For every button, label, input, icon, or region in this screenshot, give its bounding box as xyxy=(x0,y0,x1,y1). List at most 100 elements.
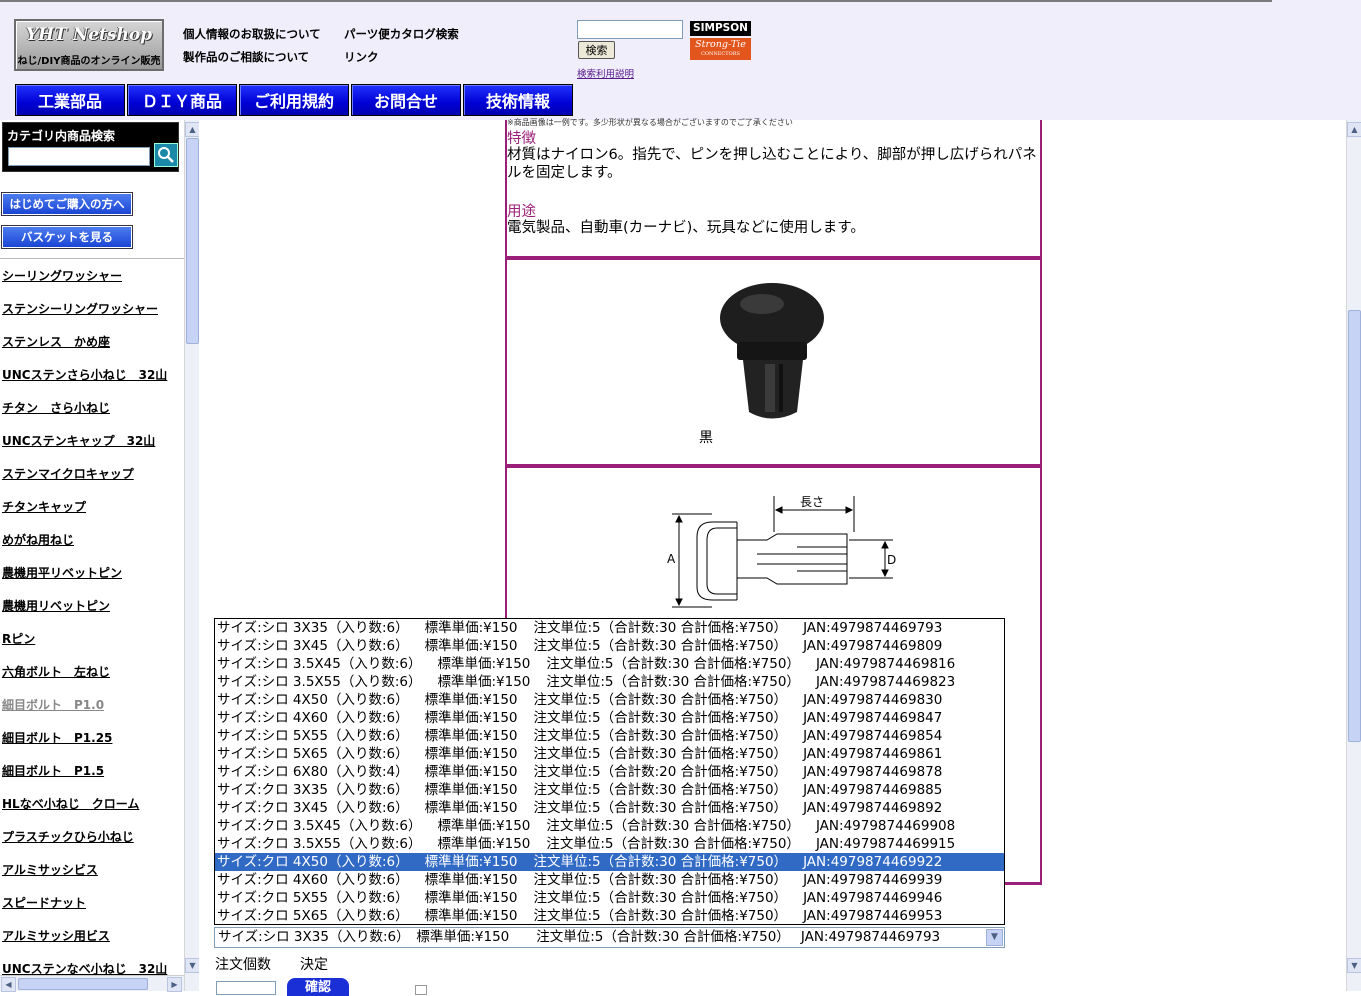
dropdown-option[interactable]: サイズ:シロ 3X45（入り数:6） 標準単価:¥150 注文単位:5（合計数:30… xyxy=(215,637,1004,655)
first-purchase-button[interactable]: はじめてご購入の方へ xyxy=(1,192,133,216)
option-price: 標準単価:¥150 xyxy=(424,854,518,870)
option-jan: JAN:4979874469946 xyxy=(803,890,943,906)
category-search-button[interactable] xyxy=(154,143,178,167)
category-link[interactable]: ステンマイクロキャップ xyxy=(2,465,167,498)
option-price: 標準単価:¥150 xyxy=(424,710,518,726)
category-link[interactable]: ステンレス かめ座 xyxy=(2,333,167,366)
category-link[interactable]: 細目ボルト P1.0 xyxy=(2,696,167,729)
sidebar-hscrollbar[interactable]: ◀ ▶ xyxy=(0,975,184,992)
logo-title: YHT Netshop xyxy=(25,25,153,45)
option-price: 標準単価:¥150 xyxy=(437,818,531,834)
dropdown-option[interactable]: サイズ:シロ 5X55（入り数:6） 標準単価:¥150 注文単位:5（合計数:30… xyxy=(215,727,1004,745)
connectors-text: CONNECTORS xyxy=(701,51,740,57)
option-order-unit: 注文単位:5（合計数:30 合計価格:¥750） xyxy=(533,710,788,726)
option-checkbox[interactable] xyxy=(415,985,427,995)
category-link[interactable]: スピードナット xyxy=(2,894,167,927)
site-logo[interactable]: YHT Netshop ねじ/DIY商品のオンライン販売 xyxy=(14,19,164,71)
dropdown-option[interactable]: サイズ:シロ 4X50（入り数:6） 標準単価:¥150 注文単位:5（合計数:30… xyxy=(215,691,1004,709)
category-link[interactable]: ステンシーリングワッシャー xyxy=(2,300,167,333)
category-link[interactable]: 細目ボルト P1.25 xyxy=(2,729,167,762)
dropdown-option[interactable]: サイズ:クロ 5X55（入り数:6） 標準単価:¥150 注文単位:5（合計数:30… xyxy=(215,889,1004,907)
simpson-strongtie-logo[interactable]: SIMPSON Strong-Tie CONNECTORS xyxy=(690,21,751,60)
category-link[interactable]: 農機用平リベットピン xyxy=(2,564,167,597)
size-dropdown-list[interactable]: サイズ:シロ 3X35（入り数:6） 標準単価:¥150 注文単位:5（合計数:30… xyxy=(214,618,1005,925)
hscrollbar-thumb[interactable] xyxy=(18,978,148,990)
logo-subtitle: ねじ/DIY商品のオンライン販売 xyxy=(17,56,161,67)
dropdown-option[interactable]: サイズ:クロ 3.5X55（入り数:6） 標準単価:¥150 注文単位:5（合計数:… xyxy=(215,835,1004,853)
scroll-up-icon[interactable]: ▲ xyxy=(1347,122,1361,137)
option-order-unit: 注文単位:5（合計数:30 合計価格:¥750） xyxy=(533,872,788,888)
category-link[interactable]: 農機用リベットピン xyxy=(2,597,167,630)
sidebar-divider xyxy=(0,258,184,259)
category-link[interactable]: UNCステンさら小ねじ 32山 xyxy=(2,366,167,399)
size-select[interactable]: サイズ:シロ 3X35（入り数:6） 標準単価:¥150 注文単位:5（合計数:… xyxy=(214,927,1005,948)
category-link[interactable]: 六角ボルト 左ねじ xyxy=(2,663,167,696)
category-search-input[interactable] xyxy=(8,147,150,166)
category-link[interactable]: UNCステンキャップ 32山 xyxy=(2,432,167,465)
category-link[interactable]: Rピン xyxy=(2,630,167,663)
dropdown-option[interactable]: サイズ:シロ 6X80（入り数:4） 標準単価:¥150 注文単位:5（合計数:20… xyxy=(215,763,1004,781)
category-search-panel: カテゴリ内商品検索 xyxy=(2,122,179,172)
dropdown-option[interactable]: サイズ:シロ 4X60（入り数:6） 標準単価:¥150 注文単位:5（合計数:30… xyxy=(215,709,1004,727)
option-size: サイズ:クロ 4X60（入り数:6） xyxy=(217,872,409,888)
scroll-down-icon[interactable]: ▼ xyxy=(1347,958,1361,973)
quantity-label: 注文個数 xyxy=(215,957,271,973)
site-search-input[interactable] xyxy=(577,20,683,39)
custom-order-link[interactable]: 製作品のご相談について xyxy=(183,49,309,65)
category-link[interactable]: チタン さら小ねじ xyxy=(2,399,167,432)
chevron-down-icon[interactable]: ▼ xyxy=(986,929,1003,946)
category-link[interactable]: シーリングワッシャー xyxy=(2,267,167,300)
dropdown-option[interactable]: サイズ:クロ 4X60（入り数:6） 標準単価:¥150 注文単位:5（合計数:30… xyxy=(215,871,1004,889)
dropdown-option[interactable]: サイズ:シロ 5X65（入り数:6） 標準単価:¥150 注文単位:5（合計数:30… xyxy=(215,745,1004,763)
category-link[interactable]: 細目ボルト P1.5 xyxy=(2,762,167,795)
dropdown-option[interactable]: サイズ:クロ 3X35（入り数:6） 標準単価:¥150 注文単位:5（合計数:30… xyxy=(215,781,1004,799)
option-jan: JAN:4979874469861 xyxy=(803,746,943,762)
scroll-up-icon[interactable]: ▲ xyxy=(185,122,199,137)
category-link[interactable]: プラスチックひら小ねじ xyxy=(2,828,167,861)
use-title: 用途 xyxy=(507,204,536,220)
option-price: 標準単価:¥150 xyxy=(424,872,518,888)
scroll-right-icon[interactable]: ▶ xyxy=(167,977,182,992)
header: YHT Netshop ねじ/DIY商品のオンライン販売 個人情報のお取扱につい… xyxy=(0,0,1361,120)
category-link[interactable]: アルミサッシビス xyxy=(2,861,167,894)
category-link[interactable]: アルミサッシ用ビス xyxy=(2,927,167,960)
scroll-down-icon[interactable]: ▼ xyxy=(185,958,199,973)
view-basket-button[interactable]: バスケットを見る xyxy=(1,225,133,249)
dropdown-option[interactable]: サイズ:シロ 3.5X45（入り数:6） 標準単価:¥150 注文単位:5（合計数:… xyxy=(215,655,1004,673)
dropdown-option[interactable]: サイズ:クロ 3.5X45（入り数:6） 標準単価:¥150 注文単位:5（合計数:… xyxy=(215,817,1004,835)
privacy-link[interactable]: 個人情報のお取扱について xyxy=(183,26,321,42)
option-jan: JAN:4979874469854 xyxy=(803,728,943,744)
category-link[interactable]: めがね用ねじ xyxy=(2,531,167,564)
option-price: 標準単価:¥150 xyxy=(424,782,518,798)
links-link[interactable]: リンク xyxy=(344,49,379,65)
nav-industrial-parts[interactable]: 工業部品 xyxy=(15,84,125,116)
quantity-input[interactable] xyxy=(216,981,276,995)
scrollbar-thumb[interactable] xyxy=(186,138,199,344)
catalog-search-link[interactable]: パーツ便カタログ検索 xyxy=(344,26,459,42)
nav-tech-info[interactable]: 技術情報 xyxy=(463,84,573,116)
option-size: サイズ:クロ 5X55（入り数:6） xyxy=(217,890,409,906)
dropdown-option[interactable]: サイズ:クロ 3X45（入り数:6） 標準単価:¥150 注文単位:5（合計数:30… xyxy=(215,799,1004,817)
main-scrollbar[interactable]: ▲ ▼ xyxy=(1346,120,1361,991)
nav-diy-products[interactable]: ＤＩＹ商品 xyxy=(127,84,237,116)
category-search-title: カテゴリ内商品検索 xyxy=(7,129,116,143)
site-search-button[interactable]: 検索 xyxy=(578,41,615,59)
option-order-unit: 注文単位:5（合計数:20 合計価格:¥750） xyxy=(533,764,788,780)
scrollbar-thumb[interactable] xyxy=(1348,310,1361,742)
category-link[interactable]: チタンキャップ xyxy=(2,498,167,531)
dropdown-option[interactable]: サイズ:シロ 3.5X55（入り数:6） 標準単価:¥150 注文単位:5（合計数:… xyxy=(215,673,1004,691)
option-order-unit: 注文単位:5（合計数:30 合計価格:¥750） xyxy=(546,818,800,834)
dropdown-option[interactable]: サイズ:クロ 5X65（入り数:6） 標準単価:¥150 注文単位:5（合計数:30… xyxy=(215,907,1004,924)
dropdown-option[interactable]: サイズ:シロ 3X35（入り数:6） 標準単価:¥150 注文単位:5（合計数:30… xyxy=(215,619,1004,637)
dropdown-option[interactable]: サイズ:クロ 4X50（入り数:6） 標準単価:¥150 注文単位:5（合計数:30… xyxy=(215,853,1004,871)
option-price: 標準単価:¥150 xyxy=(424,692,518,708)
scroll-left-icon[interactable]: ◀ xyxy=(1,977,16,992)
product-image xyxy=(720,283,824,419)
nav-terms[interactable]: ご利用規約 xyxy=(239,84,349,116)
category-link[interactable]: HLなべ小ねじ クローム xyxy=(2,795,167,828)
nav-contact[interactable]: お問合せ xyxy=(351,84,461,116)
confirm-button[interactable]: 確認 xyxy=(287,978,349,996)
sidebar-scrollbar[interactable]: ▲ ▼ xyxy=(184,120,199,991)
search-help-link[interactable]: 検索利用説明 xyxy=(577,66,634,80)
feature-text: 材質はナイロン6。指先で、ピンを押し込むことにより、脚部が押し広げられパネルを固… xyxy=(507,147,1037,181)
